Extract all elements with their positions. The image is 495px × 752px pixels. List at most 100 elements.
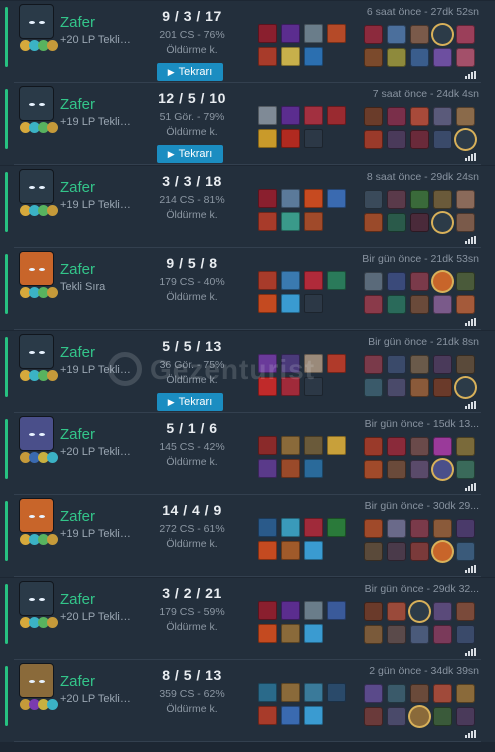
item-icon[interactable]	[258, 212, 277, 231]
item-icon[interactable]	[281, 271, 300, 290]
player-champion-icon[interactable]	[387, 213, 406, 232]
item-icon[interactable]	[304, 47, 323, 66]
self-champion-icon[interactable]	[433, 272, 452, 291]
player-champion-icon[interactable]	[433, 625, 452, 644]
match-row[interactable]: Zafer +19 LP Tekli ... 12 / 5 / 10 51 Gö…	[0, 83, 495, 165]
player-champion-icon[interactable]	[456, 190, 475, 209]
player-champion-icon[interactable]	[387, 707, 406, 726]
player-champion-icon[interactable]	[456, 519, 475, 538]
item-icon[interactable]	[281, 24, 300, 43]
player-champion-icon[interactable]	[364, 460, 383, 479]
item-icon[interactable]	[304, 601, 323, 620]
self-champion-icon[interactable]	[410, 602, 429, 621]
match-row[interactable]: Zafer +20 LP Tekli ... 9 / 3 / 17 201 CS…	[0, 1, 495, 83]
player-champion-icon[interactable]	[433, 437, 452, 456]
player-champion-icon[interactable]	[410, 437, 429, 456]
player-champion-icon[interactable]	[387, 355, 406, 374]
item-icon[interactable]	[327, 518, 346, 537]
player-champion-icon[interactable]	[456, 437, 475, 456]
player-champion-icon[interactable]	[433, 355, 452, 374]
player-champion-icon[interactable]	[364, 25, 383, 44]
player-champion-icon[interactable]	[410, 48, 429, 67]
player-champion-icon[interactable]	[456, 625, 475, 644]
player-champion-icon[interactable]	[387, 295, 406, 314]
match-row[interactable]: Zafer +19 LP Tekli ... 3 / 3 / 18 214 CS…	[0, 166, 495, 248]
item-icon[interactable]	[281, 129, 300, 148]
champion-portrait-icon[interactable]	[19, 169, 54, 204]
item-icon[interactable]	[258, 683, 277, 702]
player-champion-icon[interactable]	[433, 707, 452, 726]
self-champion-icon[interactable]	[433, 542, 452, 561]
item-icon[interactable]	[258, 541, 277, 560]
player-champion-icon[interactable]	[387, 130, 406, 149]
signal-icon[interactable]	[465, 565, 477, 573]
player-champion-icon[interactable]	[410, 25, 429, 44]
player-champion-icon[interactable]	[364, 355, 383, 374]
player-champion-icon[interactable]	[410, 130, 429, 149]
self-champion-icon[interactable]	[433, 25, 452, 44]
player-champion-icon[interactable]	[410, 295, 429, 314]
item-icon[interactable]	[281, 459, 300, 478]
item-icon[interactable]	[281, 518, 300, 537]
item-icon[interactable]	[304, 706, 323, 725]
signal-icon[interactable]	[465, 648, 477, 656]
player-champion-icon[interactable]	[410, 272, 429, 291]
item-icon[interactable]	[304, 683, 323, 702]
self-champion-icon[interactable]	[410, 707, 429, 726]
item-icon[interactable]	[258, 106, 277, 125]
player-champion-icon[interactable]	[456, 542, 475, 561]
player-champion-icon[interactable]	[456, 25, 475, 44]
player-champion-icon[interactable]	[433, 190, 452, 209]
item-icon[interactable]	[304, 271, 323, 290]
item-icon[interactable]	[281, 541, 300, 560]
player-champion-icon[interactable]	[387, 460, 406, 479]
champion-portrait-icon[interactable]	[19, 416, 54, 451]
item-icon[interactable]	[258, 459, 277, 478]
item-icon[interactable]	[327, 436, 346, 455]
item-icon[interactable]	[304, 354, 323, 373]
player-champion-icon[interactable]	[364, 707, 383, 726]
item-icon[interactable]	[304, 518, 323, 537]
player-champion-icon[interactable]	[387, 25, 406, 44]
item-icon[interactable]	[327, 24, 346, 43]
self-champion-icon[interactable]	[433, 460, 452, 479]
player-champion-icon[interactable]	[410, 107, 429, 126]
champion-portrait-icon[interactable]	[19, 663, 54, 698]
player-champion-icon[interactable]	[387, 48, 406, 67]
item-icon[interactable]	[258, 294, 277, 313]
player-champion-icon[interactable]	[410, 355, 429, 374]
item-icon[interactable]	[258, 624, 277, 643]
item-icon[interactable]	[258, 436, 277, 455]
player-champion-icon[interactable]	[364, 542, 383, 561]
item-icon[interactable]	[281, 354, 300, 373]
player-champion-icon[interactable]	[364, 437, 383, 456]
player-champion-icon[interactable]	[456, 602, 475, 621]
player-champion-icon[interactable]	[433, 602, 452, 621]
item-icon[interactable]	[304, 624, 323, 643]
player-champion-icon[interactable]	[387, 684, 406, 703]
self-champion-icon[interactable]	[456, 130, 475, 149]
replay-button[interactable]: ▶ Tekrarı	[157, 393, 223, 411]
item-icon[interactable]	[281, 47, 300, 66]
player-champion-icon[interactable]	[456, 355, 475, 374]
signal-icon[interactable]	[465, 318, 477, 326]
player-champion-icon[interactable]	[410, 625, 429, 644]
item-icon[interactable]	[281, 436, 300, 455]
item-icon[interactable]	[281, 601, 300, 620]
champion-portrait-icon[interactable]	[19, 498, 54, 533]
champion-portrait-icon[interactable]	[19, 86, 54, 121]
match-row[interactable]: Zafer +20 LP Tekli ... 5 / 1 / 6 145 CS …	[0, 413, 495, 495]
match-row[interactable]: Zafer +20 LP Tekli ... 3 / 2 / 21 179 CS…	[0, 578, 495, 660]
item-icon[interactable]	[327, 106, 346, 125]
item-icon[interactable]	[304, 106, 323, 125]
player-champion-icon[interactable]	[364, 48, 383, 67]
player-champion-icon[interactable]	[410, 213, 429, 232]
replay-button[interactable]: ▶ Tekrarı	[157, 145, 223, 163]
match-row[interactable]: Zafer +19 LP Tekli ... 14 / 4 / 9 272 CS…	[0, 495, 495, 577]
player-champion-icon[interactable]	[364, 684, 383, 703]
item-icon[interactable]	[281, 189, 300, 208]
champion-portrait-icon[interactable]	[19, 4, 54, 39]
signal-icon[interactable]	[465, 236, 477, 244]
item-icon[interactable]	[327, 601, 346, 620]
player-champion-icon[interactable]	[410, 190, 429, 209]
